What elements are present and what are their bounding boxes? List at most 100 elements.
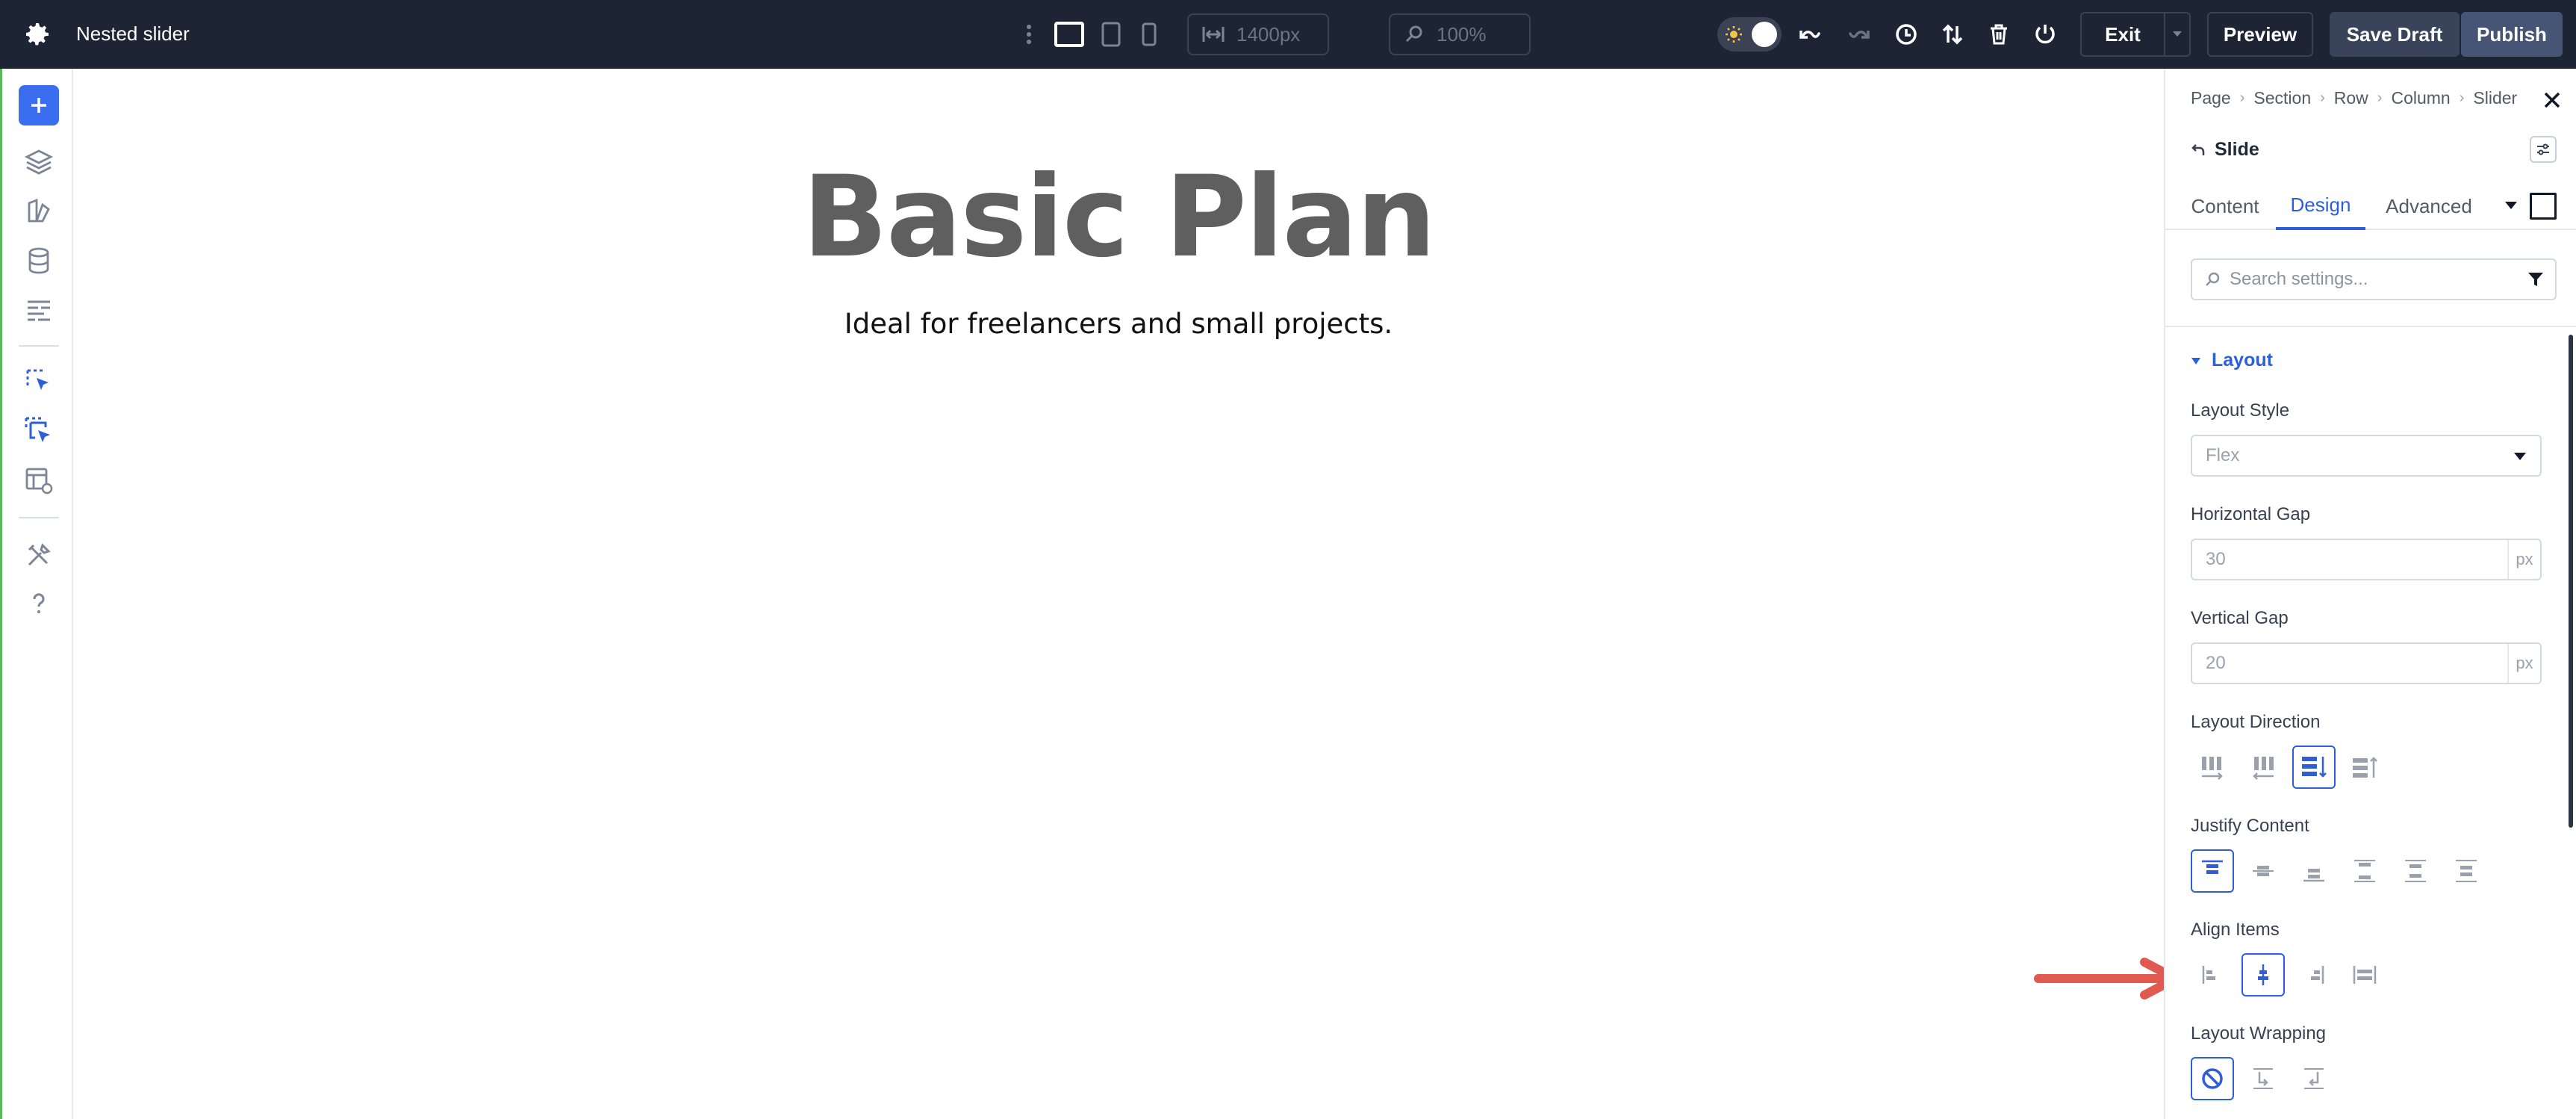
- justify-space-around-icon: [2405, 860, 2426, 882]
- filter-icon[interactable]: [2527, 270, 2545, 288]
- breadcrumb-column[interactable]: Column: [2391, 88, 2450, 108]
- settings-gear-icon[interactable]: [22, 19, 52, 49]
- wrap-option[interactable]: [2241, 1057, 2285, 1100]
- panel-scrollbar[interactable]: [2569, 335, 2573, 828]
- template-library-icon[interactable]: [23, 465, 55, 496]
- builder-canvas[interactable]: Basic Plan Ideal for freelancers and sma…: [73, 69, 2164, 1119]
- layers-icon[interactable]: [23, 146, 55, 178]
- caret-down-icon[interactable]: [2504, 200, 2518, 211]
- direction-row-reverse-option[interactable]: [2241, 746, 2285, 789]
- justify-space-around-option[interactable]: [2394, 849, 2437, 893]
- back-arrow-icon[interactable]: [2191, 143, 2206, 158]
- direction-column-reverse-icon: [2353, 757, 2377, 778]
- exit-dropdown-button[interactable]: [2164, 12, 2191, 57]
- breadcrumb-page[interactable]: Page: [2191, 88, 2231, 108]
- zoom-search-icon: [1405, 25, 1422, 43]
- align-start-option[interactable]: [2191, 953, 2234, 996]
- design-palette-icon[interactable]: [23, 196, 55, 227]
- tab-design[interactable]: Design: [2276, 182, 2365, 230]
- add-element-button[interactable]: [19, 85, 59, 125]
- save-draft-button[interactable]: Save Draft: [2330, 12, 2460, 57]
- multi-select-icon[interactable]: [23, 415, 55, 447]
- horizontal-gap-input[interactable]: 30 px: [2191, 539, 2542, 580]
- sun-icon: [1726, 26, 1742, 43]
- layout-direction-label: Layout Direction: [2191, 712, 2321, 732]
- chevron-right-icon: ›: [2239, 90, 2245, 106]
- tablet-view-icon[interactable]: [1101, 22, 1121, 47]
- sort-arrows-icon[interactable]: [1940, 22, 1965, 47]
- wrap-reverse-option[interactable]: [2292, 1057, 2336, 1100]
- tab-content[interactable]: Content: [2182, 182, 2268, 230]
- zoom-field[interactable]: 100%: [1389, 13, 1531, 55]
- panel-tabs: Content Design Advanced: [2165, 182, 2576, 230]
- settings-search-input[interactable]: Search settings...: [2191, 258, 2557, 300]
- breadcrumb-row[interactable]: Row: [2334, 88, 2368, 108]
- no-wrap-icon: [2202, 1068, 2223, 1089]
- select-element-icon[interactable]: [23, 366, 55, 397]
- undo-icon[interactable]: [1798, 22, 1823, 47]
- justify-space-between-icon: [2354, 860, 2375, 882]
- close-icon[interactable]: [2542, 90, 2563, 111]
- wrap-icon: [2253, 1068, 2273, 1089]
- panel-options-button[interactable]: [2530, 136, 2557, 163]
- preset-square-icon[interactable]: [2530, 193, 2557, 220]
- layout-wrapping-label: Layout Wrapping: [2191, 1023, 2327, 1044]
- phone-view-icon[interactable]: [1141, 22, 1157, 47]
- exit-button[interactable]: Exit: [2080, 12, 2164, 57]
- justify-start-option[interactable]: [2191, 849, 2234, 893]
- canvas-width-field[interactable]: 1400px: [1187, 13, 1329, 55]
- layout-style-value: Flex: [2206, 445, 2240, 465]
- align-start-icon: [2202, 966, 2215, 984]
- trash-icon[interactable]: [1986, 22, 2012, 47]
- justify-center-option[interactable]: [2241, 849, 2285, 893]
- slide-heading[interactable]: Basic Plan: [73, 152, 2164, 282]
- page-title: Nested slider: [76, 22, 190, 45]
- chevron-right-icon: ›: [2459, 90, 2465, 106]
- vertical-gap-unit[interactable]: px: [2507, 644, 2540, 683]
- desktop-view-icon[interactable]: [1054, 22, 1084, 47]
- direction-row-option[interactable]: [2191, 746, 2234, 789]
- section-title: Layout: [2212, 350, 2273, 371]
- vertical-gap-value: 20: [2206, 653, 2226, 673]
- align-stretch-option[interactable]: [2343, 953, 2386, 996]
- slide-subheading[interactable]: Ideal for freelancers and small projects…: [73, 308, 2164, 340]
- help-question-icon[interactable]: [23, 589, 55, 620]
- preview-button[interactable]: Preview: [2207, 12, 2313, 57]
- layout-section-toggle[interactable]: Layout: [2191, 350, 2273, 371]
- publish-button[interactable]: Publish: [2461, 12, 2563, 57]
- justify-end-option[interactable]: [2292, 849, 2336, 893]
- direction-column-reverse-option[interactable]: [2343, 746, 2386, 789]
- sidebar-divider: [19, 345, 59, 347]
- more-vertical-icon[interactable]: [1020, 19, 1038, 49]
- redo-icon[interactable]: [1846, 22, 1871, 47]
- align-center-option[interactable]: [2241, 953, 2285, 996]
- zoom-value: 100%: [1437, 22, 1487, 46]
- justify-space-between-option[interactable]: [2343, 849, 2386, 893]
- layout-wrapping-options: [2191, 1057, 2336, 1100]
- theme-toggle[interactable]: [1717, 17, 1782, 52]
- layout-direction-options: [2191, 746, 2386, 789]
- horizontal-gap-value: 30: [2206, 549, 2226, 569]
- layout-style-label: Layout Style: [2191, 400, 2290, 421]
- wrap-none-option[interactable]: [2191, 1057, 2234, 1100]
- breadcrumb-slider[interactable]: Slider: [2473, 88, 2517, 108]
- align-stretch-icon: [2353, 966, 2377, 984]
- direction-column-option[interactable]: [2292, 746, 2336, 789]
- caret-down-icon: [2514, 453, 2526, 460]
- breadcrumb-section[interactable]: Section: [2253, 88, 2311, 108]
- horizontal-gap-unit[interactable]: px: [2507, 540, 2540, 579]
- width-arrows-icon: [1202, 27, 1225, 42]
- power-icon[interactable]: [2032, 22, 2058, 47]
- top-toolbar: Nested slider 1400px 100% Exit Preview S: [0, 0, 2576, 69]
- tools-icon[interactable]: [23, 539, 55, 571]
- layout-rows-icon[interactable]: [23, 294, 55, 326]
- justify-space-evenly-option[interactable]: [2445, 849, 2488, 893]
- database-icon[interactable]: [23, 245, 55, 276]
- align-end-option[interactable]: [2292, 953, 2336, 996]
- layout-style-select[interactable]: Flex: [2191, 435, 2542, 477]
- direction-row-icon: [2202, 757, 2223, 780]
- vertical-gap-input[interactable]: 20 px: [2191, 642, 2542, 684]
- tab-advanced[interactable]: Advanced: [2373, 182, 2485, 230]
- history-clock-icon[interactable]: [1894, 22, 1919, 47]
- align-end-icon: [2311, 966, 2324, 984]
